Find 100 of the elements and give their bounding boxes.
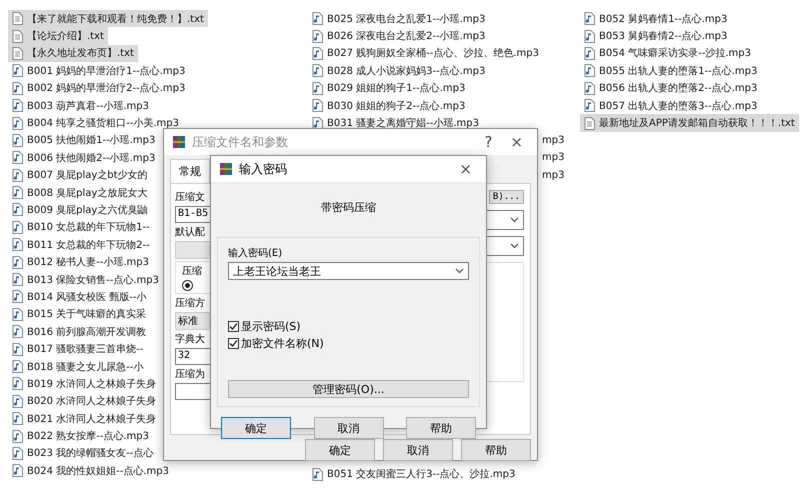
audio-file-icon bbox=[12, 290, 23, 304]
audio-file-icon bbox=[12, 220, 23, 234]
file-item[interactable]: B016 前列腺高潮开发调教 bbox=[8, 323, 150, 340]
file-item[interactable]: B029 姐姐的狗子1--点心.mp3 bbox=[308, 80, 470, 97]
file-item[interactable]: B052 舅妈春情1--点心.mp3 bbox=[580, 10, 732, 28]
audio-file-icon bbox=[312, 30, 323, 43]
audio-file-icon bbox=[12, 342, 23, 356]
file-item[interactable]: B026 深夜电台之乱爱2--小瑶.mp3 bbox=[308, 27, 490, 45]
file-item[interactable]: B008 臭屁play之放屁女大 bbox=[8, 184, 152, 202]
audio-file-icon bbox=[12, 273, 23, 286]
file-item[interactable]: B056 出轨人妻的堕落2--点心.mp3 bbox=[580, 80, 762, 97]
audio-file-icon bbox=[12, 325, 23, 338]
file-item[interactable]: 最新地址及APP请发邮箱自动获取！！！.txt bbox=[580, 114, 799, 132]
file-item[interactable]: B053 舅妈春情2--点心.mp3 bbox=[580, 27, 732, 45]
file-item[interactable]: 【永久地址发布页】.txt bbox=[8, 44, 138, 62]
file-item[interactable]: B005 扶他闹婚1--小瑶.mp3 bbox=[8, 132, 160, 150]
chevron-icon bbox=[510, 243, 519, 249]
text-file-icon bbox=[12, 30, 23, 43]
file-item[interactable]: B013 保险女销售--点心.mp3 bbox=[8, 270, 163, 288]
file-item[interactable]: B019 水浒同人之林娘子失身 bbox=[8, 375, 160, 393]
file-item[interactable]: B057 出轨人妻的堕落3--点心.mp3 bbox=[580, 96, 762, 114]
audio-file-icon bbox=[12, 238, 23, 252]
file-item[interactable]: B010 女总裁的年下玩物1-- bbox=[8, 218, 154, 236]
dialog-button[interactable]: 取消 bbox=[383, 439, 453, 461]
checkbox-option[interactable]: 加密文件名称(N) bbox=[228, 335, 469, 352]
file-item[interactable]: B007 臭屁play之bt少女的 bbox=[8, 166, 152, 184]
dialog-button[interactable]: 帮助 bbox=[406, 417, 476, 439]
field-label: 压缩方 bbox=[175, 296, 205, 310]
file-item[interactable]: 【论坛介绍】.txt bbox=[8, 27, 108, 45]
file-item[interactable]: B023 我的绿帽骚女友--点心 bbox=[8, 444, 158, 462]
audio-file-icon bbox=[584, 12, 595, 26]
audio-file-icon bbox=[12, 116, 23, 130]
checkbox-option[interactable]: 显示密码(S) bbox=[228, 318, 469, 335]
audio-file-icon bbox=[312, 99, 323, 112]
audio-file-icon bbox=[12, 412, 23, 426]
radio-button[interactable] bbox=[182, 280, 193, 291]
field-label: 压缩文 bbox=[175, 190, 205, 204]
dialog-button[interactable]: 帮助 bbox=[461, 439, 531, 461]
audio-file-icon bbox=[12, 151, 23, 164]
file-item[interactable]: B022 熟女按摩--点心.mp3 bbox=[8, 427, 153, 445]
file-item[interactable]: B021 水浒同人之林娘子失身 bbox=[8, 410, 160, 428]
tab[interactable]: 常规 bbox=[170, 159, 210, 183]
file-item[interactable]: B018 骚妻之女儿尿急--小 bbox=[8, 358, 148, 376]
audio-file-icon bbox=[12, 464, 23, 478]
text-file-icon bbox=[584, 116, 595, 130]
audio-file-icon bbox=[312, 82, 323, 95]
manage-passwords-button[interactable]: 管理密码(O)... bbox=[228, 380, 469, 398]
file-item[interactable]: B004 纯享之骚货粗口--小美.mp3 bbox=[8, 114, 183, 132]
audio-file-icon bbox=[584, 99, 595, 112]
file-item[interactable]: B024 我的性奴姐姐--点心.mp3 bbox=[8, 462, 173, 480]
audio-file-icon bbox=[12, 186, 23, 200]
dialog-title: 压缩文件名和参数 bbox=[192, 134, 289, 150]
file-item[interactable]: B027 贱狗厕奴全家桶--点心、沙拉、绝色.mp3 bbox=[308, 44, 543, 62]
file-item[interactable]: B017 骚歌骚妻三首串烧-- bbox=[8, 340, 148, 358]
dialog-heading: 带密码压缩 bbox=[320, 200, 377, 216]
password-text: 上老王论坛当老王 bbox=[233, 264, 321, 278]
checkbox[interactable] bbox=[228, 338, 239, 349]
field-label: 字典大 bbox=[175, 332, 205, 346]
password-field[interactable]: 上老王论坛当老王 bbox=[228, 262, 469, 280]
dialog-button[interactable]: 取消 bbox=[314, 417, 384, 439]
audio-file-icon bbox=[12, 446, 23, 460]
audio-file-icon bbox=[12, 256, 23, 269]
dialog-button[interactable]: 确定 bbox=[221, 417, 291, 439]
file-item[interactable]: B054 气味癖采访实录--沙拉.mp3 bbox=[580, 44, 755, 62]
dialog-button[interactable]: 确定 bbox=[305, 439, 375, 461]
audio-file-icon bbox=[584, 46, 595, 60]
file-item[interactable]: B009 臭屁play之六优臭鼬 bbox=[8, 201, 152, 219]
file-item[interactable]: B006 扶他闹婚2--小瑶.mp3 bbox=[8, 149, 160, 167]
file-item[interactable]: B015 关于气味癖的真实采 bbox=[8, 306, 150, 324]
chevron-icon bbox=[455, 268, 464, 274]
checkbox-label: 显示密码(S) bbox=[241, 319, 301, 334]
file-item[interactable]: B002 妈妈的早泄治疗2--点心.mp3 bbox=[8, 80, 190, 97]
file-item[interactable]: B003 葫芦真君--小瑶.mp3 bbox=[8, 96, 153, 114]
audio-file-icon bbox=[312, 64, 323, 78]
checkbox[interactable] bbox=[228, 321, 239, 332]
file-item[interactable]: B011 女总裁的年下玩物2-- bbox=[8, 236, 154, 254]
text-file-icon bbox=[12, 46, 23, 60]
file-item[interactable]: 【来了就能下载和观看！纯免费！】.txt bbox=[8, 10, 208, 28]
audio-file-icon bbox=[12, 203, 23, 216]
file-item[interactable]: B014 风骚女校医 甄版--小 bbox=[8, 288, 151, 306]
browse-button[interactable]: B)... bbox=[488, 190, 524, 204]
file-item[interactable]: B020 水浒同人之林娘子失身 bbox=[8, 392, 160, 410]
audio-file-icon bbox=[312, 468, 323, 481]
close-button[interactable]: × bbox=[453, 160, 478, 178]
help-button[interactable]: ? bbox=[478, 133, 498, 151]
file-item[interactable]: B028 成人小说家妈妈3--点心.mp3 bbox=[308, 62, 490, 80]
audio-file-icon bbox=[312, 46, 323, 60]
audio-file-icon bbox=[12, 430, 23, 443]
field-label: 默认配 bbox=[175, 226, 205, 239]
audio-file-icon bbox=[12, 168, 23, 182]
field-label: 输入密码(E) bbox=[228, 246, 284, 260]
file-item[interactable]: B055 出轨人妻的堕落1--点心.mp3 bbox=[580, 62, 762, 80]
file-item[interactable]: B030 姐姐的狗子2--点心.mp3 bbox=[308, 96, 470, 114]
close-button[interactable]: × bbox=[504, 133, 529, 151]
file-item[interactable]: B025 深夜电台之乱爱1--小瑶.mp3 bbox=[308, 10, 490, 28]
file-item[interactable]: B051 交友闺蜜三人行3--点心、沙拉.mp3 bbox=[308, 466, 520, 483]
file-item[interactable]: B001 妈妈的早泄治疗1--点心.mp3 bbox=[8, 62, 190, 80]
file-item[interactable]: B012 秘书人妻--小瑶.mp3 bbox=[8, 253, 153, 271]
audio-file-icon bbox=[312, 12, 323, 26]
checkbox-label: 加密文件名称(N) bbox=[241, 336, 324, 351]
